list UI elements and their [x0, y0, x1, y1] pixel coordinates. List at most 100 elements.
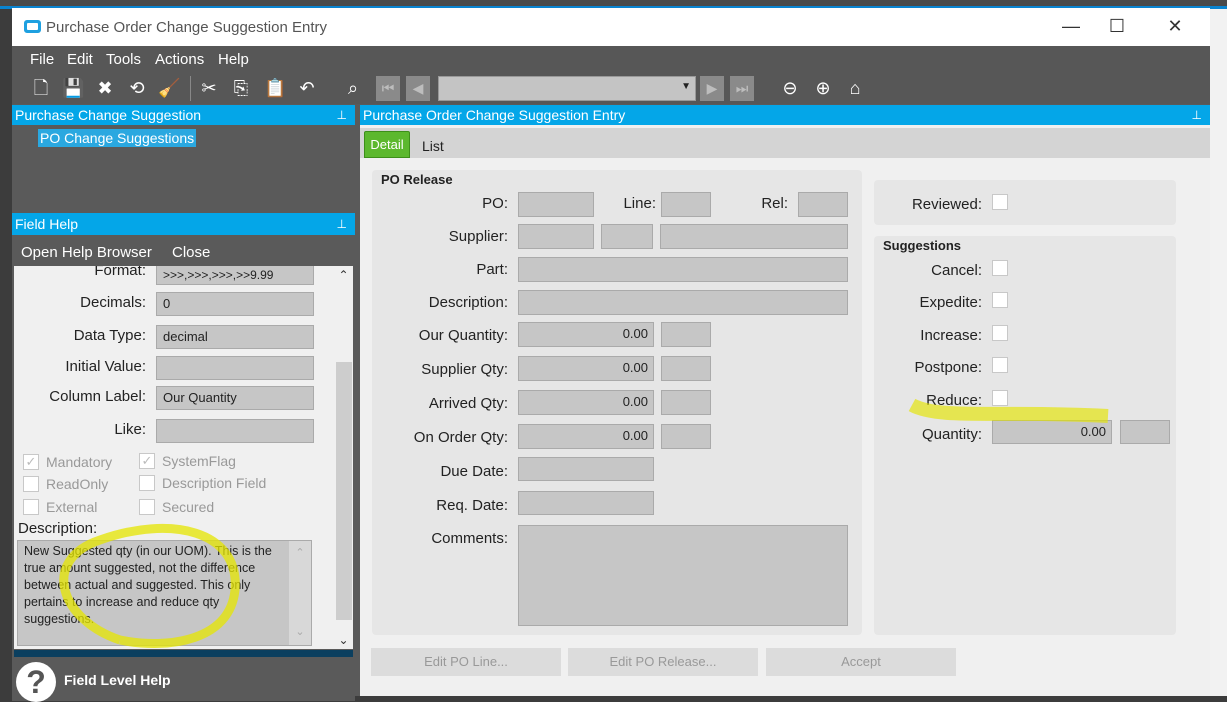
our-uom-field[interactable] — [661, 322, 711, 347]
description-field-checkbox[interactable] — [139, 475, 155, 491]
entry-panel-header: Purchase Order Change Suggestion Entry ⊥ — [360, 105, 1210, 125]
open-help-browser-button[interactable]: Open Help Browser — [21, 244, 152, 261]
copy-icon[interactable]: ⎘ — [230, 77, 252, 99]
panel-title: Purchase Order Change Suggestion Entry — [363, 107, 626, 123]
arrived-qty-field[interactable]: 0.00 — [518, 390, 654, 415]
description-textarea[interactable]: New Suggested qty (in our UOM). This is … — [17, 540, 312, 646]
field-help-content: Format: >>>,>>>,>>>,>>9.99 Decimals: 0 D… — [14, 266, 353, 649]
postpone-checkbox[interactable] — [992, 357, 1008, 373]
menu-file[interactable]: File — [30, 51, 54, 68]
our-quantity-field[interactable]: 0.00 — [518, 322, 654, 347]
systemflag-checkbox[interactable]: ✓ — [139, 453, 155, 469]
quantity-field[interactable]: 0.00 — [992, 420, 1112, 444]
expedite-checkbox[interactable] — [992, 292, 1008, 308]
close-button[interactable]: ✕ — [1160, 16, 1190, 38]
po-field[interactable] — [518, 192, 594, 217]
scrollbar-thumb[interactable] — [336, 362, 352, 620]
minimize-button[interactable]: — — [1056, 16, 1086, 38]
edit-po-line-button[interactable]: Edit PO Line... — [371, 648, 561, 676]
format-label: Format: — [94, 266, 146, 279]
supplier-name-field[interactable] — [660, 224, 848, 249]
close-help-button[interactable]: Close — [172, 244, 210, 261]
toolbar: 🗋 💾 ✖ ⟲ 🧹 ✂ ⎘ 📋 ↶ ⌕ ⏮ ◀ ▼ ▶ ⏭ ⊖ ⊕ ⌂ — [12, 72, 1210, 104]
like-field[interactable] — [156, 419, 314, 443]
format-field[interactable]: >>>,>>>,>>>,>>9.99 — [156, 266, 314, 285]
supplier-code-field[interactable] — [601, 224, 653, 249]
group-title: Suggestions — [883, 238, 962, 253]
initial-value-field[interactable] — [156, 356, 314, 380]
supplier-uom-field[interactable] — [661, 356, 711, 381]
reviewed-checkbox[interactable] — [992, 194, 1008, 210]
external-checkbox[interactable] — [23, 499, 39, 515]
cancel-label: Cancel: — [931, 262, 982, 279]
column-label-label: Column Label: — [49, 388, 146, 405]
quantity-uom-field[interactable] — [1120, 420, 1170, 444]
supplier-qty-field[interactable]: 0.00 — [518, 356, 654, 381]
arrived-qty-label: Arrived Qty: — [428, 395, 508, 412]
next-record-button[interactable]: ▶ — [700, 76, 724, 101]
on-order-qty-field[interactable]: 0.00 — [518, 424, 654, 449]
refresh-icon[interactable]: ⟲ — [126, 77, 148, 99]
menu-edit[interactable]: Edit — [67, 51, 93, 68]
line-field[interactable] — [661, 192, 711, 217]
tab-list[interactable]: List — [422, 138, 444, 154]
accept-button[interactable]: Accept — [766, 648, 956, 676]
back-icon[interactable]: ⊖ — [779, 77, 801, 99]
first-record-button[interactable]: ⏮ — [376, 76, 400, 101]
description-field[interactable] — [518, 290, 848, 315]
increase-checkbox[interactable] — [992, 325, 1008, 341]
search-icon[interactable]: ⌕ — [342, 77, 364, 99]
panel-splitter[interactable] — [14, 650, 353, 657]
description-scrollbar[interactable]: ⌃ ⌄ — [289, 541, 311, 645]
tree-item-po-change-suggestions[interactable]: PO Change Suggestions — [38, 129, 197, 147]
arrived-uom-field[interactable] — [661, 390, 711, 415]
pin-icon[interactable]: ⊥ — [337, 213, 347, 235]
readonly-checkbox[interactable] — [23, 476, 39, 492]
undo-icon[interactable]: ↶ — [296, 77, 318, 99]
help-scrollbar[interactable]: ⌃ ⌄ — [334, 266, 353, 649]
on-order-uom-field[interactable] — [661, 424, 711, 449]
secured-checkbox[interactable] — [139, 499, 155, 515]
pin-icon[interactable]: ⊥ — [337, 105, 347, 125]
last-record-button[interactable]: ⏭ — [730, 76, 754, 101]
record-selector[interactable]: ▼ — [438, 76, 696, 101]
rel-field[interactable] — [798, 192, 848, 217]
menu-actions[interactable]: Actions — [155, 51, 204, 68]
prev-record-button[interactable]: ◀ — [406, 76, 430, 101]
column-label-field[interactable]: Our Quantity — [156, 386, 314, 410]
home-icon[interactable]: ⌂ — [844, 77, 866, 99]
app-icon — [24, 20, 41, 33]
decimals-field[interactable]: 0 — [156, 292, 314, 316]
description-label: Description: — [428, 294, 508, 311]
cut-icon[interactable]: ✂ — [198, 77, 220, 99]
menu-tools[interactable]: Tools — [106, 51, 141, 68]
cancel-checkbox[interactable] — [992, 260, 1008, 276]
scroll-down-icon[interactable]: ⌄ — [334, 633, 353, 647]
reviewed-group: Reviewed: — [874, 180, 1176, 225]
delete-icon[interactable]: ✖ — [94, 77, 116, 99]
due-date-field[interactable] — [518, 457, 654, 481]
clear-icon[interactable]: 🧹 — [158, 77, 180, 99]
maximize-button[interactable]: ☐ — [1102, 16, 1132, 38]
scroll-up-icon[interactable]: ⌃ — [334, 268, 353, 282]
req-date-field[interactable] — [518, 491, 654, 515]
mandatory-checkbox[interactable]: ✓ — [23, 454, 39, 470]
pin-icon[interactable]: ⊥ — [1192, 105, 1202, 125]
tree-panel-header: Purchase Change Suggestion ⊥ — [12, 105, 355, 125]
reviewed-label: Reviewed: — [911, 196, 982, 213]
systemflag-label: SystemFlag — [162, 453, 236, 469]
reduce-label: Reduce: — [926, 392, 982, 409]
mandatory-label: Mandatory — [46, 454, 113, 470]
paste-icon[interactable]: 📋 — [264, 77, 286, 99]
forward-icon[interactable]: ⊕ — [812, 77, 834, 99]
menu-help[interactable]: Help — [218, 51, 249, 68]
supplier-id-field[interactable] — [518, 224, 594, 249]
comments-field[interactable] — [518, 525, 848, 626]
part-field[interactable] — [518, 257, 848, 282]
reduce-checkbox[interactable] — [992, 390, 1008, 406]
data-type-field[interactable]: decimal — [156, 325, 314, 349]
edit-po-release-button[interactable]: Edit PO Release... — [568, 648, 758, 676]
tab-detail[interactable]: Detail — [364, 131, 410, 158]
save-icon[interactable]: 💾 — [62, 77, 84, 99]
new-icon[interactable]: 🗋 — [30, 77, 52, 99]
